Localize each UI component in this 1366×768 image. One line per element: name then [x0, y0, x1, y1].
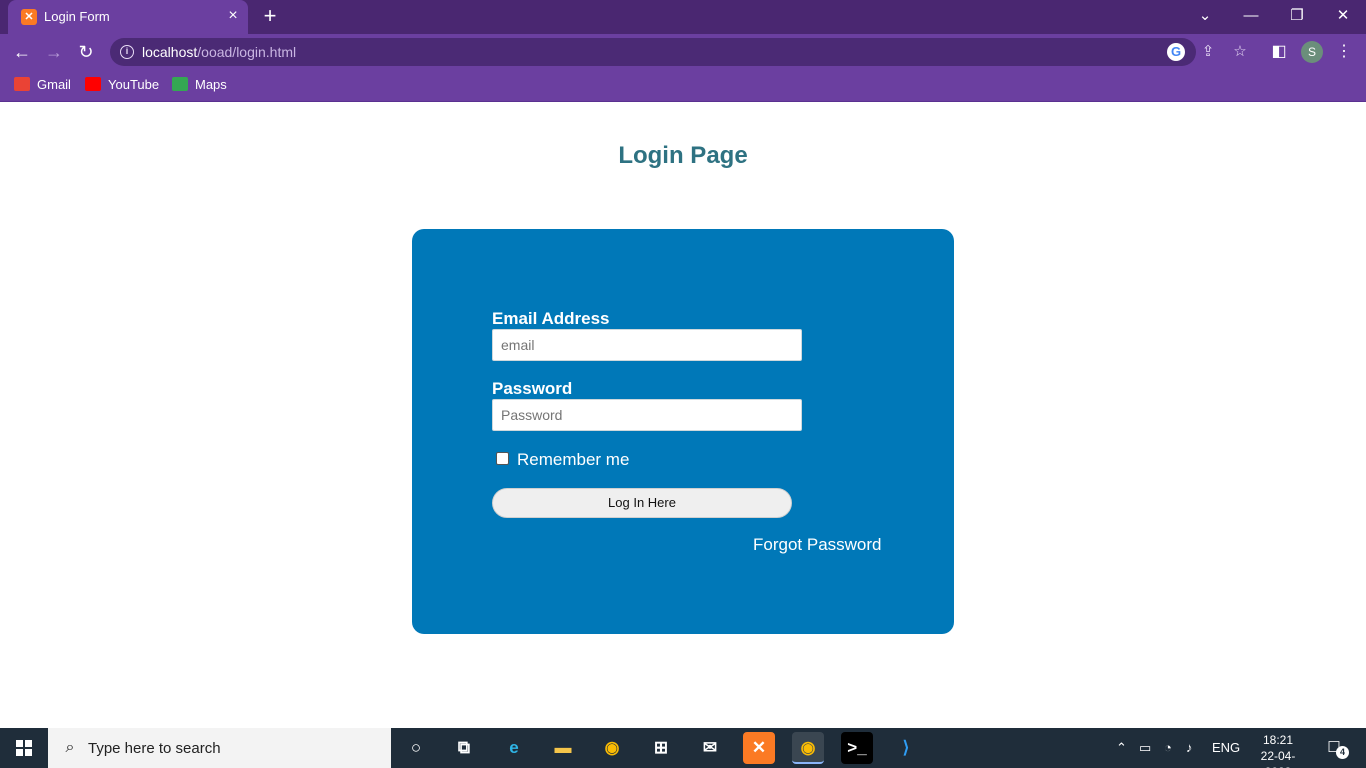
browser-toolbar: ← → ↻ i localhost/ooad/login.html G ⇪ ☆ …	[0, 34, 1366, 70]
tab-close-icon[interactable]: ×	[224, 7, 242, 25]
vscode-icon[interactable]: ⟩	[890, 732, 922, 764]
page-title: Login Page	[618, 142, 748, 169]
bookmarks-bar: Gmail YouTube Maps	[0, 70, 1366, 102]
file-explorer-icon[interactable]: ▬	[547, 732, 579, 764]
remember-me-label: Remember me	[517, 450, 630, 469]
wifi-icon[interactable]: ◔	[1164, 740, 1172, 755]
bookmark-label: Maps	[195, 77, 227, 92]
url-host: localhost	[142, 44, 198, 60]
bookmark-maps[interactable]: Maps	[172, 77, 227, 95]
forgot-password-link[interactable]: Forgot Password	[753, 535, 882, 555]
minimize-icon[interactable]: —	[1237, 4, 1265, 28]
side-panel-icon[interactable]: ◧	[1267, 40, 1291, 64]
search-icon: ⌕	[65, 739, 75, 756]
menu-kebab-icon[interactable]: ⋮	[1332, 40, 1356, 64]
store-icon[interactable]: ⊞	[645, 732, 677, 764]
info-icon[interactable]: i	[120, 45, 134, 59]
notification-icon[interactable]: ☐ 4	[1323, 738, 1349, 759]
task-view-icon[interactable]: ⧉	[448, 732, 480, 764]
url-text[interactable]: localhost/ooad/login.html	[142, 44, 296, 60]
email-field[interactable]	[492, 329, 802, 361]
time: 18:21	[1262, 733, 1294, 747]
login-card: Email Address Password Remember me Log I…	[412, 229, 954, 634]
bookmark-star-icon[interactable]: ☆	[1230, 42, 1250, 62]
google-lens-icon[interactable]: G	[1167, 43, 1185, 61]
xampp-icon[interactable]: ✕	[743, 732, 775, 764]
close-window-icon[interactable]: ✕	[1329, 4, 1357, 28]
tab-search-chevron-icon[interactable]: ⌄	[1191, 4, 1219, 28]
restore-icon[interactable]: ❐	[1283, 4, 1311, 28]
search-placeholder: Type here to search	[88, 740, 221, 757]
chrome-profile-icon[interactable]: ◉	[792, 732, 824, 764]
bookmark-label: Gmail	[37, 77, 71, 92]
remember-me-checkbox[interactable]	[496, 452, 509, 465]
url-path: /ooad/login.html	[197, 44, 297, 60]
bookmark-gmail[interactable]: Gmail	[14, 77, 71, 95]
edge-icon[interactable]: e	[498, 732, 530, 764]
mail-icon[interactable]: ✉	[694, 732, 726, 764]
battery-icon[interactable]: ▭	[1139, 740, 1151, 756]
taskbar-search[interactable]: ⌕ Type here to search	[48, 728, 391, 768]
tab-strip: ✕ Login Form × + ⌄ — ❐ ✕	[0, 0, 1366, 34]
share-icon[interactable]: ⇪	[1198, 42, 1218, 62]
address-bar[interactable]: i localhost/ooad/login.html G ⇪ ☆	[110, 38, 1247, 66]
chrome-icon[interactable]: ◉	[596, 732, 628, 764]
terminal-icon[interactable]: >_	[841, 732, 873, 764]
password-field[interactable]	[492, 399, 802, 431]
login-button[interactable]: Log In Here	[492, 488, 792, 518]
bookmark-label: YouTube	[108, 77, 160, 92]
back-arrow-icon[interactable]: ←	[10, 40, 34, 64]
volume-icon[interactable]: ♪	[1186, 740, 1193, 755]
taskbar: ⌕ Type here to search ○ ⧉ e ▬ ◉ ⊞ ✉ ✕ ◉ …	[0, 728, 1366, 768]
notification-badge: 4	[1336, 746, 1349, 759]
password-label: Password	[492, 379, 573, 398]
tab-title: Login Form	[44, 9, 110, 24]
bookmark-youtube[interactable]: YouTube	[85, 77, 159, 95]
forward-arrow-icon[interactable]: →	[42, 40, 66, 64]
email-label: Email Address	[492, 309, 610, 328]
reload-icon[interactable]: ↻	[74, 40, 98, 64]
clock[interactable]: 18:21 22-04-2023	[1258, 732, 1298, 768]
language-indicator[interactable]: ENG	[1212, 740, 1240, 755]
date: 22-04-2023	[1260, 749, 1296, 768]
xampp-icon: ✕	[21, 9, 37, 25]
maps-icon	[172, 77, 188, 91]
chevron-up-icon[interactable]: ⌃	[1116, 740, 1127, 756]
windows-icon	[16, 740, 32, 756]
start-button[interactable]	[0, 728, 48, 768]
tab-login-form[interactable]: ✕ Login Form ×	[8, 0, 248, 34]
youtube-icon	[85, 77, 101, 91]
gmail-icon	[14, 77, 30, 91]
cortana-icon[interactable]: ○	[400, 732, 432, 764]
new-tab-icon[interactable]: +	[258, 5, 282, 29]
profile-avatar[interactable]: S	[1301, 41, 1323, 63]
